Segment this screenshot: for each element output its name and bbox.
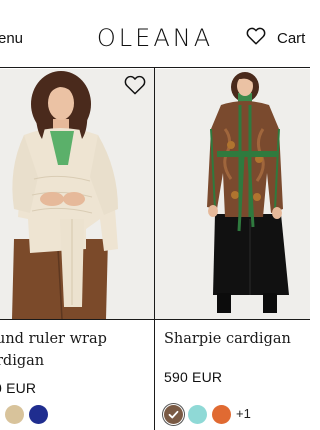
product-name-line: und ruler wrap <box>0 331 107 347</box>
grid-divider <box>0 319 310 320</box>
product-image-sharpie-cardigan[interactable] <box>155 69 310 319</box>
color-swatch[interactable] <box>188 405 207 424</box>
more-colors-count[interactable]: +1 <box>236 406 251 421</box>
product-image-round-ruler-wrap[interactable] <box>0 69 154 319</box>
product-name-line: rdigan <box>0 353 45 369</box>
model-photo-cream-cardigan <box>0 69 154 319</box>
product-name[interactable]: Sharpie cardigan <box>164 328 310 350</box>
check-icon <box>168 410 179 419</box>
cart-button[interactable]: Cart <box>277 30 305 47</box>
color-swatch[interactable] <box>5 405 24 424</box>
product-price: 0 EUR <box>0 380 37 396</box>
site-header: enu OLEANA Cart <box>0 0 310 68</box>
product-name[interactable]: und ruler wrap rdigan <box>0 328 150 372</box>
model-photo-patterned-cardigan <box>155 69 310 319</box>
product-price: 590 EUR <box>164 369 223 385</box>
color-swatch-selected[interactable] <box>164 405 183 424</box>
color-swatch[interactable] <box>29 405 48 424</box>
color-swatch[interactable] <box>212 405 231 424</box>
heart-icon[interactable] <box>124 75 146 95</box>
heart-icon[interactable] <box>246 27 266 45</box>
